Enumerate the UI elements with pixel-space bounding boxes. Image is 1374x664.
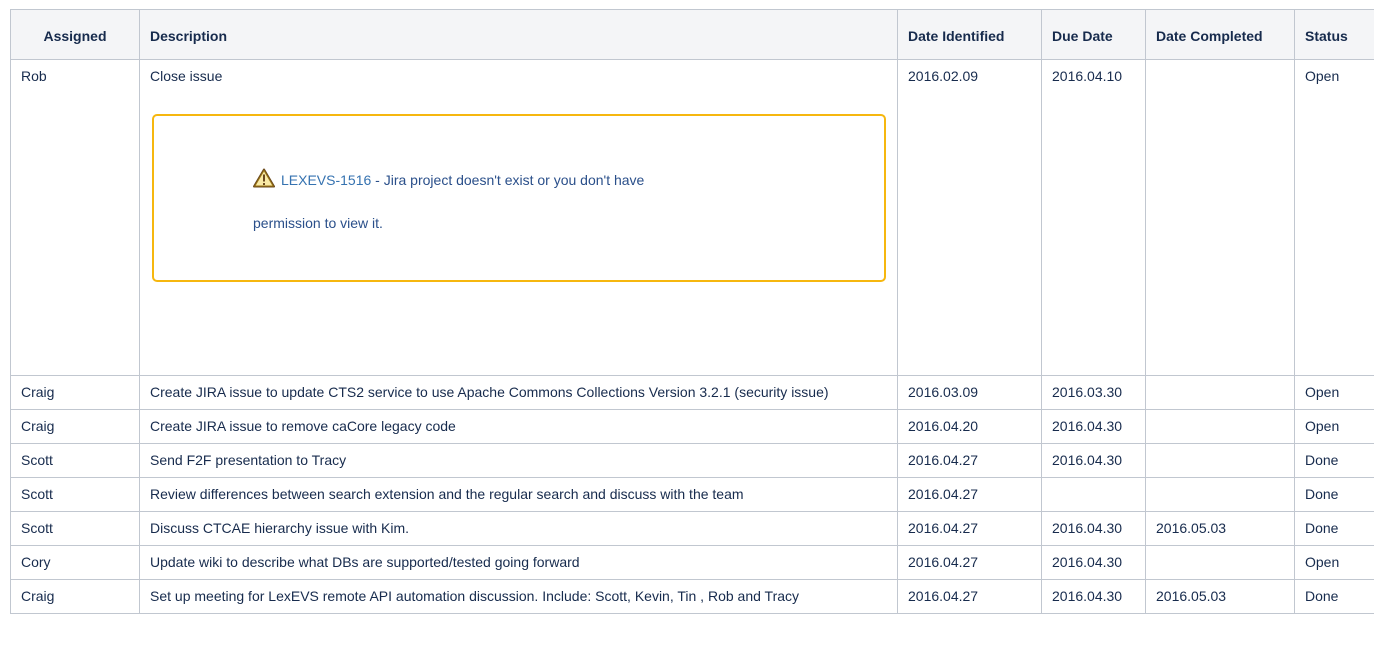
- cell-date-identified: 2016.03.09: [897, 375, 1042, 410]
- cell-description: Send F2F presentation to Tracy: [139, 443, 898, 478]
- cell-assigned: Craig: [10, 409, 140, 444]
- cell-description: Create JIRA issue to remove caCore legac…: [139, 409, 898, 444]
- cell-assigned: Craig: [10, 375, 140, 410]
- table-row: Craig Set up meeting for LexEVS remote A…: [10, 579, 1374, 614]
- cell-status: Open: [1294, 59, 1374, 376]
- jira-warning-message: - Jira project doesn't exist or you don'…: [371, 172, 645, 188]
- cell-assigned: Rob: [10, 59, 140, 376]
- table-row: Scott Send F2F presentation to Tracy 201…: [10, 443, 1374, 478]
- cell-status: Done: [1294, 477, 1374, 512]
- cell-date-completed: [1145, 409, 1295, 444]
- header-date-completed: Date Completed: [1145, 9, 1295, 60]
- cell-date-identified: 2016.02.09: [897, 59, 1042, 376]
- cell-date-identified: 2016.04.27: [897, 443, 1042, 478]
- cell-assigned: Craig: [10, 579, 140, 614]
- cell-description: Create JIRA issue to update CTS2 service…: [139, 375, 898, 410]
- cell-date-completed: 2016.05.03: [1145, 579, 1295, 614]
- cell-description: Review differences between search extens…: [139, 477, 898, 512]
- table-row: Craig Create JIRA issue to update CTS2 s…: [10, 375, 1374, 410]
- cell-assigned: Scott: [10, 443, 140, 478]
- cell-description-text: Close issue: [150, 68, 223, 84]
- table-row: Cory Update wiki to describe what DBs ar…: [10, 545, 1374, 580]
- cell-date-identified: 2016.04.20: [897, 409, 1042, 444]
- cell-assigned: Cory: [10, 545, 140, 580]
- cell-due-date: 2016.04.30: [1041, 579, 1146, 614]
- cell-date-identified: 2016.04.27: [897, 545, 1042, 580]
- cell-assigned: Scott: [10, 511, 140, 546]
- cell-status: Done: [1294, 511, 1374, 546]
- header-due-date: Due Date: [1041, 9, 1146, 60]
- cell-date-completed: [1145, 375, 1295, 410]
- cell-date-identified: 2016.04.27: [897, 511, 1042, 546]
- cell-status: Open: [1294, 545, 1374, 580]
- jira-warning-line: LEXEVS-1516 - Jira project doesn't exist…: [253, 168, 644, 189]
- cell-date-completed: [1145, 59, 1295, 376]
- cell-date-completed: 2016.05.03: [1145, 511, 1295, 546]
- jira-issue-link[interactable]: LEXEVS-1516: [281, 172, 371, 188]
- cell-due-date: 2016.04.30: [1041, 545, 1146, 580]
- cell-due-date: 2016.04.30: [1041, 409, 1146, 444]
- table-row: Scott Review differences between search …: [10, 477, 1374, 512]
- header-date-identified: Date Identified: [897, 9, 1042, 60]
- table-row: Rob Close issue LEXEVS-1516 - Jira proje…: [10, 59, 1374, 376]
- cell-due-date: [1041, 477, 1146, 512]
- action-items-table: Assigned Description Date Identified Due…: [10, 9, 1374, 614]
- jira-warning-box: LEXEVS-1516 - Jira project doesn't exist…: [152, 114, 886, 282]
- cell-description: Discuss CTCAE hierarchy issue with Kim.: [139, 511, 898, 546]
- jira-warning-message-cont: permission to view it.: [253, 215, 383, 231]
- header-assigned: Assigned: [10, 9, 140, 60]
- cell-due-date: 2016.03.30: [1041, 375, 1146, 410]
- warning-triangle-icon: [253, 168, 275, 188]
- cell-date-completed: [1145, 545, 1295, 580]
- cell-assigned: Scott: [10, 477, 140, 512]
- cell-date-identified: 2016.04.27: [897, 477, 1042, 512]
- cell-due-date: 2016.04.10: [1041, 59, 1146, 376]
- cell-due-date: 2016.04.30: [1041, 443, 1146, 478]
- cell-status: Open: [1294, 409, 1374, 444]
- cell-due-date: 2016.04.30: [1041, 511, 1146, 546]
- header-description: Description: [139, 9, 898, 60]
- header-status: Status: [1294, 9, 1374, 60]
- cell-status: Open: [1294, 375, 1374, 410]
- table-row: Scott Discuss CTCAE hierarchy issue with…: [10, 511, 1374, 546]
- table-header-row: Assigned Description Date Identified Due…: [10, 9, 1374, 60]
- table-row: Craig Create JIRA issue to remove caCore…: [10, 409, 1374, 444]
- cell-date-identified: 2016.04.27: [897, 579, 1042, 614]
- cell-date-completed: [1145, 477, 1295, 512]
- cell-status: Done: [1294, 443, 1374, 478]
- cell-description: Update wiki to describe what DBs are sup…: [139, 545, 898, 580]
- cell-date-completed: [1145, 443, 1295, 478]
- cell-status: Done: [1294, 579, 1374, 614]
- cell-description: Close issue LEXEVS-1516 - Jira project d…: [139, 59, 898, 376]
- cell-description: Set up meeting for LexEVS remote API aut…: [139, 579, 898, 614]
